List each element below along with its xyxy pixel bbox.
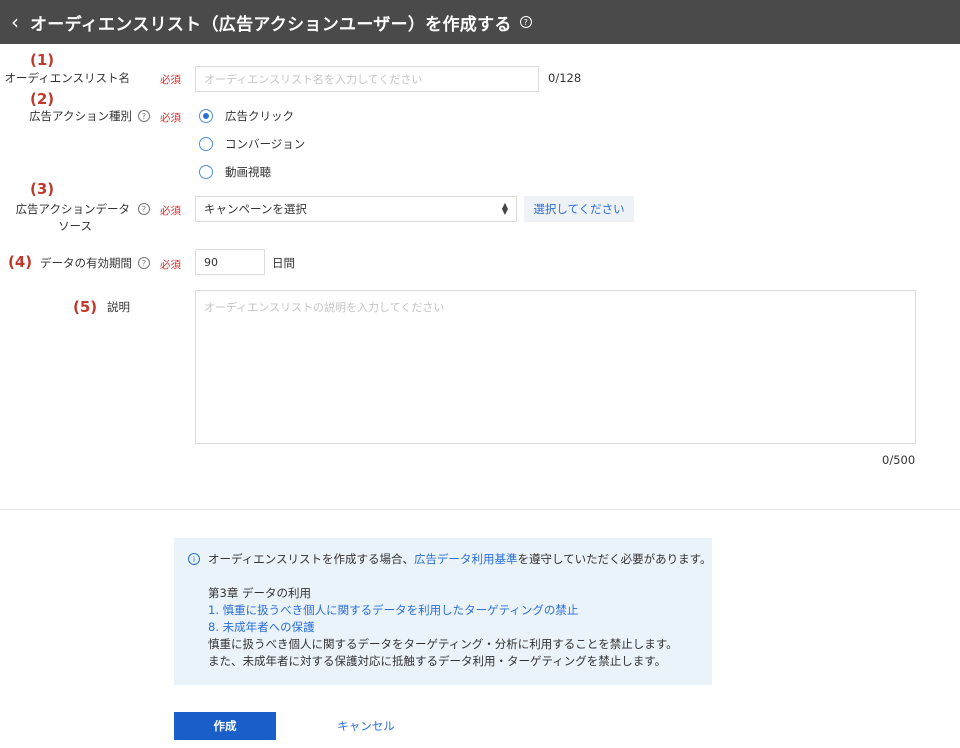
data-policy-link[interactable]: 広告データ利用基準 [414,552,518,566]
name-char-counter: 0/128 [548,71,582,85]
radio-button[interactable] [199,165,213,179]
page-title: オーディエンスリスト（広告アクションユーザー）を作成する [30,14,512,35]
data-policy-notice: i オーディエンスリストを作成する場合、広告データ利用基準を遵守していただく必要… [174,538,712,685]
validity-label: データの有効期間 [40,256,132,270]
create-button[interactable]: 作成 [174,712,276,740]
page-header: ‹ オーディエンスリスト（広告アクションユーザー）を作成する ? [0,0,960,44]
validity-days-value: 90 [204,255,218,269]
radio-video-view[interactable]: 動画視聴 [199,164,271,180]
radio-label: 動画視聴 [225,165,271,179]
notice-chapter: 第3章 データの利用 [208,586,311,600]
data-source-label-line1: 広告アクションデータ [15,202,130,216]
chevron-left-icon[interactable]: ‹ [0,0,30,44]
radio-label: 広告クリック [225,109,294,123]
required-badge: 必須 [160,205,181,217]
policy-link-minors[interactable]: 8. 未成年者への保護 [208,619,315,635]
notice-body-2: また、未成年者に対する保護対応に抵触するデータ利用・ターゲティングを禁止します。 [208,654,667,668]
notice-intro-text: オーディエンスリストを作成する場合、 [208,552,414,566]
name-label: オーディエンスリスト名 [4,71,130,85]
required-badge: 必須 [160,112,181,124]
question-circle-icon[interactable]: ? [138,257,150,269]
notice-intro-text-end: を遵守していただく必要があります。 [517,552,712,566]
radio-selected-dot [203,113,209,119]
description-textarea[interactable]: オーディエンスリストの説明を入力してください [195,290,916,444]
question-circle-icon[interactable]: ? [138,203,150,215]
question-circle-icon[interactable]: ? [519,16,532,28]
required-badge: 必須 [160,259,181,271]
validity-unit: 日間 [272,256,295,270]
section-divider [0,509,960,510]
radio-label: コンバージョン [225,137,306,151]
cancel-button[interactable]: キャンセル [326,712,406,740]
validity-days-input[interactable]: 90 [195,249,265,275]
notice-body-1: 慎重に扱うべき個人に関するデータをターゲティング・分析に利用することを禁止します… [208,637,678,651]
annotation-5: (5) [73,298,98,316]
action-type-label: 広告アクション種別 [29,109,132,123]
description-label: 説明 [107,300,130,314]
annotation-2: (2) [30,90,55,108]
annotation-1: (1) [30,51,55,69]
campaign-select[interactable]: キャンペーンを選択 ▲ ▼ [195,196,517,222]
question-circle-icon[interactable]: ? [138,110,150,122]
notice-intro: オーディエンスリストを作成する場合、広告データ利用基準を遵守していただく必要があ… [208,551,711,567]
data-source-label-line2: ソース [58,219,92,233]
radio-button[interactable] [199,109,213,123]
annotation-3: (3) [30,180,55,198]
info-circle-icon: i [188,553,200,565]
description-placeholder: オーディエンスリストの説明を入力してください [204,301,445,314]
radio-button[interactable] [199,137,213,151]
campaign-select-value: キャンペーンを選択 [204,202,307,216]
annotation-4: (4) [8,253,33,271]
select-campaign-button[interactable]: 選択してください [524,196,634,222]
sort-arrows-icon: ▲ ▼ [501,201,508,216]
radio-conversion[interactable]: コンバージョン [199,136,305,152]
policy-link-sensitive-data[interactable]: 1. 慎重に扱うべき個人に関するデータを利用したターゲティングの禁止 [208,602,578,618]
description-char-counter: 0/500 [882,453,916,467]
radio-ad-click[interactable]: 広告クリック [199,108,294,124]
audience-name-input[interactable]: オーディエンスリスト名を入力してください [195,66,539,92]
audience-name-placeholder: オーディエンスリスト名を入力してください [204,73,423,86]
required-badge: 必須 [160,74,181,86]
